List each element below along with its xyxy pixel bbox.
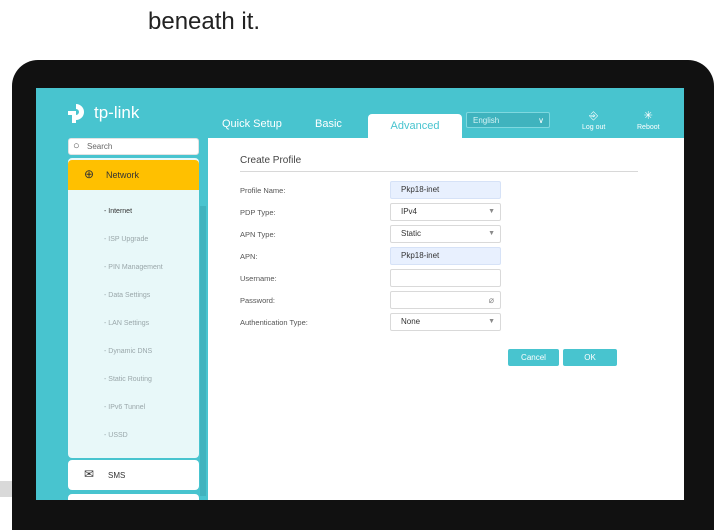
sidebar-subitem-lan-settings[interactable]: - LAN Settings (104, 320, 149, 327)
envelope-icon: ✉ (84, 467, 95, 481)
username-field[interactable] (390, 269, 501, 287)
main-content: Create Profile Profile Name: Pkp18-inet … (208, 138, 684, 500)
chevron-down-icon: ▼ (488, 318, 495, 325)
sidebar-item-label: SMS (108, 471, 126, 480)
sidebar-subitem-pin-management[interactable]: - PIN Management (104, 264, 163, 271)
sidebar-scrollbar[interactable] (200, 206, 206, 496)
authentication-type-label: Authentication Type: (240, 318, 308, 327)
sidebar-subitem-data-settings[interactable]: - Data Settings (104, 292, 150, 299)
router-admin-screen: tp-link Quick Setup Basic Advanced Engli… (36, 88, 684, 500)
page-title: Create Profile (240, 155, 302, 166)
logout-icon: ⎆ (589, 110, 599, 122)
sidebar-subitem-isp-upgrade[interactable]: - ISP Upgrade (104, 236, 148, 243)
sidebar-subitem-internet[interactable]: - Internet (104, 208, 132, 215)
apn-type-select[interactable]: Static ▼ (390, 225, 501, 243)
tp-link-logo-icon (68, 104, 84, 123)
tp-link-logo: tp-link (64, 102, 139, 124)
sidebar-item-network[interactable]: ⊕ Network (68, 160, 199, 190)
language-value: English (473, 116, 500, 125)
search-icon: ○ (73, 140, 80, 152)
sidebar-subitem-ipv6-tunnel[interactable]: - IPv6 Tunnel (104, 404, 145, 411)
authentication-type-value: None (401, 317, 421, 326)
globe-icon: ⊕ (84, 167, 95, 181)
pdp-type-select[interactable]: IPv4 ▼ (390, 203, 501, 221)
tab-quick-setup[interactable]: Quick Setup (222, 118, 282, 130)
tab-advanced[interactable]: Advanced (368, 114, 462, 138)
logout-label: Log out (582, 124, 606, 131)
apn-type-label: APN Type: (240, 230, 276, 239)
sidebar-item-label: Network (106, 170, 140, 180)
device-bottom-bezel (12, 500, 714, 521)
eye-slash-icon[interactable]: ⌀ (489, 292, 494, 308)
profile-name-field[interactable]: Pkp18-inet (390, 181, 501, 199)
reboot-label: Reboot (637, 124, 660, 131)
cancel-button[interactable]: Cancel (508, 349, 559, 366)
username-label: Username: (240, 274, 277, 283)
pdp-type-label: PDP Type: (240, 208, 276, 217)
chevron-down-icon: ▼ (488, 230, 495, 237)
language-select[interactable]: English ∨ (466, 112, 550, 128)
apn-field[interactable]: Pkp18-inet (390, 247, 501, 265)
password-label: Password: (240, 296, 276, 305)
chevron-down-icon: ∨ (538, 116, 544, 125)
ok-button[interactable]: OK (563, 349, 617, 366)
chevron-down-icon: ▼ (488, 208, 495, 215)
sidebar-subitem-static-routing[interactable]: - Static Routing (104, 376, 152, 383)
authentication-type-select[interactable]: None ▼ (390, 313, 501, 331)
reboot-button[interactable]: ✳ Reboot (637, 110, 660, 131)
sidebar-subitem-ussd[interactable]: - USSD (104, 432, 128, 439)
password-field[interactable]: ⌀ (390, 291, 501, 309)
sidebar-panel (68, 158, 199, 458)
caption-text: beneath it. (148, 8, 261, 35)
brand-name: tp-link (94, 103, 140, 122)
logout-button[interactable]: ⎆ Log out (582, 110, 605, 131)
pdp-type-value: IPv4 (401, 207, 418, 216)
tab-basic[interactable]: Basic (315, 118, 342, 130)
background-edge (0, 481, 12, 497)
reboot-icon: ✳ (643, 110, 653, 122)
sidebar-item-sms[interactable]: ✉ SMS (68, 460, 199, 490)
title-divider (240, 171, 638, 172)
apn-type-value: Static (401, 229, 422, 238)
profile-name-label: Profile Name: (240, 186, 286, 195)
search-input[interactable]: ○ Search (68, 138, 199, 155)
apn-label: APN: (240, 252, 258, 261)
search-placeholder: Search (87, 142, 113, 151)
sidebar-subitem-dynamic-dns[interactable]: - Dynamic DNS (104, 348, 152, 355)
